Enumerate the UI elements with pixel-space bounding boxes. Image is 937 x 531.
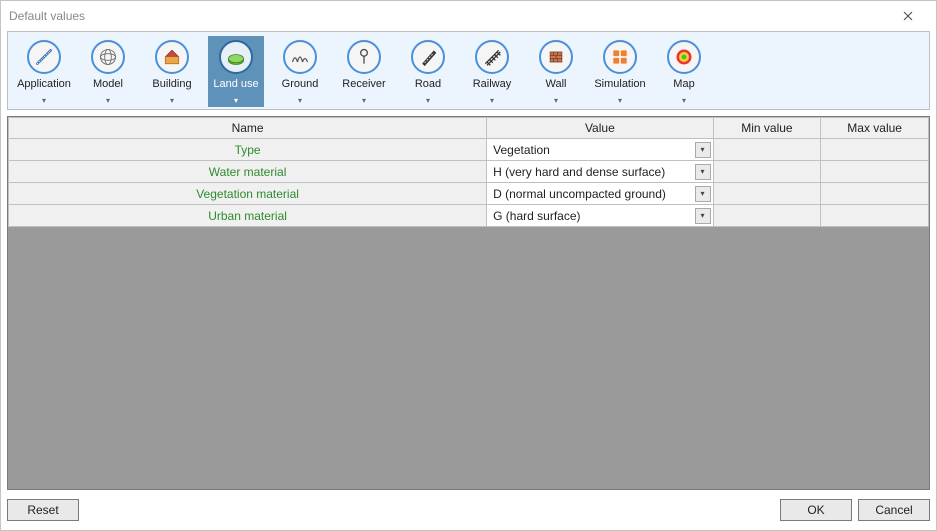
property-value: H (very hard and dense surface) bbox=[493, 165, 694, 179]
toolbar-item-receiver[interactable]: Receiver ▾ bbox=[336, 36, 392, 107]
property-value-cell[interactable]: G (hard surface) ▾ bbox=[487, 205, 713, 227]
land-use-icon bbox=[219, 40, 253, 74]
property-value: D (normal uncompacted ground) bbox=[493, 187, 694, 201]
chevron-down-icon: ▾ bbox=[42, 96, 46, 105]
toolbar-label: Model bbox=[93, 78, 123, 90]
toolbar-item-building[interactable]: Building ▾ bbox=[144, 36, 200, 107]
toolbar-label: Railway bbox=[473, 78, 512, 90]
cancel-button[interactable]: Cancel bbox=[858, 499, 930, 521]
toolbar-label: Map bbox=[673, 78, 694, 90]
chevron-down-icon: ▾ bbox=[426, 96, 430, 105]
property-max bbox=[821, 205, 929, 227]
dialog-footer: Reset OK Cancel bbox=[7, 496, 930, 524]
header-max[interactable]: Max value bbox=[821, 118, 929, 139]
chevron-down-icon: ▾ bbox=[234, 96, 238, 105]
toolbar-label: Building bbox=[152, 78, 191, 90]
toolbar-label: Application bbox=[17, 78, 71, 90]
property-value: G (hard surface) bbox=[493, 209, 694, 223]
toolbar-label: Land use bbox=[213, 78, 258, 90]
chevron-down-icon: ▾ bbox=[170, 96, 174, 105]
toolbar-item-model[interactable]: Model ▾ bbox=[80, 36, 136, 107]
property-value-cell[interactable]: H (very hard and dense surface) ▾ bbox=[487, 161, 713, 183]
property-min bbox=[713, 161, 821, 183]
property-name: Type bbox=[9, 139, 487, 161]
content-area: Name Value Min value Max value Type Vege… bbox=[7, 116, 930, 490]
property-name: Urban material bbox=[9, 205, 487, 227]
ground-icon bbox=[283, 40, 317, 74]
toolbar-label: Wall bbox=[546, 78, 567, 90]
chevron-down-icon: ▾ bbox=[618, 96, 622, 105]
default-values-dialog: Default values Application ▾ Model ▾ bbox=[0, 0, 937, 531]
toolbar-item-railway[interactable]: Railway ▾ bbox=[464, 36, 520, 107]
toolbar-item-ground[interactable]: Ground ▾ bbox=[272, 36, 328, 107]
ok-button[interactable]: OK bbox=[780, 499, 852, 521]
properties-grid: Name Value Min value Max value Type Vege… bbox=[8, 117, 929, 227]
road-icon bbox=[411, 40, 445, 74]
dropdown-button[interactable]: ▾ bbox=[695, 186, 711, 202]
toolbar-item-wall[interactable]: Wall ▾ bbox=[528, 36, 584, 107]
toolbar-label: Road bbox=[415, 78, 441, 90]
property-value: Vegetation bbox=[493, 143, 694, 157]
chevron-down-icon: ▾ bbox=[106, 96, 110, 105]
toolbar-item-land-use[interactable]: Land use ▾ bbox=[208, 36, 264, 107]
toolbar-item-map[interactable]: Map ▾ bbox=[656, 36, 712, 107]
model-icon bbox=[91, 40, 125, 74]
railway-icon bbox=[475, 40, 509, 74]
chevron-down-icon: ▾ bbox=[298, 96, 302, 105]
receiver-icon bbox=[347, 40, 381, 74]
toolbar-label: Receiver bbox=[342, 78, 385, 90]
property-value-cell[interactable]: Vegetation ▾ bbox=[487, 139, 713, 161]
table-header-row: Name Value Min value Max value bbox=[9, 118, 929, 139]
toolbar-label: Ground bbox=[282, 78, 319, 90]
property-min bbox=[713, 139, 821, 161]
wall-icon bbox=[539, 40, 573, 74]
toolbar-item-application[interactable]: Application ▾ bbox=[16, 36, 72, 107]
property-min bbox=[713, 183, 821, 205]
chevron-down-icon: ▾ bbox=[362, 96, 366, 105]
header-value[interactable]: Value bbox=[487, 118, 713, 139]
chevron-down-icon: ▾ bbox=[490, 96, 494, 105]
property-min bbox=[713, 205, 821, 227]
table-row: Urban material G (hard surface) ▾ bbox=[9, 205, 929, 227]
close-button[interactable] bbox=[888, 2, 928, 30]
chevron-down-icon: ▾ bbox=[682, 96, 686, 105]
toolbar-item-simulation[interactable]: Simulation ▾ bbox=[592, 36, 648, 107]
window-title: Default values bbox=[9, 9, 888, 23]
dropdown-button[interactable]: ▾ bbox=[695, 164, 711, 180]
header-name[interactable]: Name bbox=[9, 118, 487, 139]
property-max bbox=[821, 161, 929, 183]
table-row: Vegetation material D (normal uncompacte… bbox=[9, 183, 929, 205]
close-icon bbox=[903, 11, 913, 21]
property-max bbox=[821, 183, 929, 205]
dropdown-button[interactable]: ▾ bbox=[695, 208, 711, 224]
simulation-icon bbox=[603, 40, 637, 74]
property-name: Water material bbox=[9, 161, 487, 183]
property-value-cell[interactable]: D (normal uncompacted ground) ▾ bbox=[487, 183, 713, 205]
dropdown-button[interactable]: ▾ bbox=[695, 142, 711, 158]
toolbar-item-road[interactable]: Road ▾ bbox=[400, 36, 456, 107]
property-name: Vegetation material bbox=[9, 183, 487, 205]
property-max bbox=[821, 139, 929, 161]
chevron-down-icon: ▾ bbox=[554, 96, 558, 105]
building-icon bbox=[155, 40, 189, 74]
application-icon bbox=[27, 40, 61, 74]
toolbar-label: Simulation bbox=[594, 78, 645, 90]
table-row: Water material H (very hard and dense su… bbox=[9, 161, 929, 183]
properties-grid-wrap: Name Value Min value Max value Type Vege… bbox=[7, 116, 930, 490]
category-toolbar: Application ▾ Model ▾ Building ▾ Land us… bbox=[7, 31, 930, 110]
reset-button[interactable]: Reset bbox=[7, 499, 79, 521]
header-min[interactable]: Min value bbox=[713, 118, 821, 139]
titlebar: Default values bbox=[1, 1, 936, 31]
table-row: Type Vegetation ▾ bbox=[9, 139, 929, 161]
map-icon bbox=[667, 40, 701, 74]
